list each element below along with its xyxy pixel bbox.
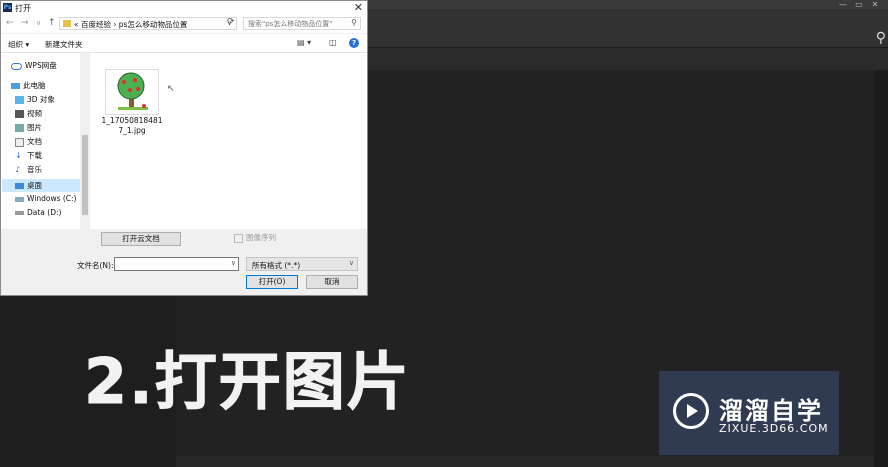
nav-scrollbar[interactable]: [80, 53, 90, 229]
search-icon[interactable]: ⚲: [876, 30, 886, 46]
watermark-title: 溜溜自学: [719, 397, 823, 425]
file-thumbnail[interactable]: [105, 69, 159, 115]
sidebar-item-this-pc[interactable]: 此电脑: [11, 80, 46, 91]
checkbox-icon: [234, 233, 243, 243]
watermark: 溜溜自学 ZIXUE.3D66.COM: [659, 371, 839, 455]
sidebar-item-drive-c[interactable]: Windows (C:): [15, 194, 76, 203]
step-caption: 2.打开图片: [84, 345, 411, 419]
search-input[interactable]: 搜索"ps怎么移动物品位置" ⚲: [243, 17, 361, 30]
ps-document-tab-bar: [368, 48, 888, 70]
computer-icon: [11, 83, 20, 89]
up-icon[interactable]: ↑: [48, 18, 56, 28]
cube-icon: [15, 96, 24, 104]
cloud-icon: [11, 62, 22, 70]
document-icon: [15, 137, 24, 147]
open-file-dialog: Ps 打开 ✕ ← → ∨ ↑ « 百度经验 › ps怎么移动物品位置 ∨ ⟳ …: [0, 0, 368, 296]
play-logo-icon: [673, 393, 709, 429]
address-bar[interactable]: « 百度经验 › ps怎么移动物品位置 ∨: [59, 17, 237, 30]
recent-dropdown-icon[interactable]: ∨: [36, 19, 41, 27]
chevron-down-icon: ∨: [348, 259, 354, 267]
navigation-bar: ← → ∨ ↑ « 百度经验 › ps怎么移动物品位置 ∨ ⟳ 搜索"ps怎么移…: [1, 15, 367, 33]
refresh-icon[interactable]: ⟳: [227, 17, 235, 27]
drive-icon: [15, 211, 24, 215]
file-list-pane: 1_17050818481 7_1.jpg ↖: [91, 53, 367, 229]
search-icon: ⚲: [351, 18, 357, 27]
folder-icon: [63, 20, 71, 27]
sidebar-item-videos[interactable]: 视频: [15, 108, 42, 119]
desktop-icon: [15, 183, 24, 189]
watermark-url: ZIXUE.3D66.COM: [719, 422, 829, 435]
dialog-title: 打开: [15, 4, 31, 13]
sidebar-item-desktop[interactable]: 桌面: [15, 180, 42, 191]
sidebar-item-pictures[interactable]: 图片: [15, 122, 42, 133]
cancel-button[interactable]: 取消: [306, 275, 358, 289]
back-icon[interactable]: ←: [6, 18, 14, 28]
dialog-bottom-panel: 打开云文档 图像序列 文件名(N): ∨ 所有格式 (*.*) ∨ 打开(O) …: [1, 229, 367, 295]
tree-image-icon: [117, 72, 148, 110]
drive-icon: [15, 196, 24, 202]
mouse-cursor-icon: ↖: [167, 84, 175, 94]
sidebar-item-wps-cloud[interactable]: WPS网盘: [11, 60, 57, 71]
chevron-down-icon[interactable]: ∨: [231, 259, 236, 267]
view-options-icon[interactable]: ▤ ▾: [297, 38, 311, 47]
file-name[interactable]: 1_17050818481 7_1.jpg: [101, 116, 163, 136]
image-sequence-checkbox[interactable]: 图像序列: [234, 232, 276, 243]
help-icon[interactable]: ?: [349, 38, 359, 48]
organize-menu[interactable]: 组织 ▾: [8, 39, 29, 50]
preview-pane-icon[interactable]: ◫: [329, 38, 337, 47]
sidebar-item-drive-d[interactable]: Data (D:): [15, 208, 61, 217]
navigation-pane: WPS网盘 此电脑 3D 对象 视频 图片 文档 ↓ 下载 ♪ 音乐 桌面 Wind…: [1, 53, 91, 229]
ps-right-strip: [874, 70, 888, 467]
dialog-title-bar: Ps 打开 ✕: [1, 1, 367, 15]
close-icon[interactable]: ✕: [354, 1, 363, 14]
open-cloud-docs-button[interactable]: 打开云文档: [101, 232, 181, 246]
scrollbar-thumb[interactable]: [82, 135, 88, 215]
window-controls: — ▭ ✕: [836, 0, 888, 9]
sidebar-item-downloads[interactable]: ↓ 下载: [15, 150, 42, 161]
sidebar-item-documents[interactable]: 文档: [15, 136, 42, 147]
download-icon: ↓: [15, 151, 22, 160]
sidebar-item-music[interactable]: ♪ 音乐: [15, 164, 42, 175]
minimize-button[interactable]: —: [836, 0, 850, 9]
new-folder-button[interactable]: 新建文件夹: [45, 39, 83, 50]
restore-button[interactable]: ▭: [852, 0, 866, 9]
close-window-button[interactable]: ✕: [868, 0, 882, 9]
filename-label: 文件名(N):: [77, 261, 114, 270]
filename-input[interactable]: ∨: [114, 257, 239, 271]
film-icon: [15, 110, 24, 118]
dialog-toolbar: 组织 ▾ 新建文件夹 ▤ ▾ ◫ ?: [1, 34, 367, 53]
photoshop-icon: Ps: [3, 3, 12, 12]
picture-icon: [15, 124, 24, 132]
open-button[interactable]: 打开(O): [246, 275, 298, 289]
search-placeholder: 搜索"ps怎么移动物品位置": [248, 20, 333, 28]
address-path: « 百度经验 › ps怎么移动物品位置: [74, 20, 188, 29]
sidebar-item-3d-objects[interactable]: 3D 对象: [15, 94, 55, 105]
forward-icon[interactable]: →: [21, 18, 29, 28]
music-icon: ♪: [15, 165, 21, 174]
file-type-select[interactable]: 所有格式 (*.*) ∨: [246, 257, 358, 271]
